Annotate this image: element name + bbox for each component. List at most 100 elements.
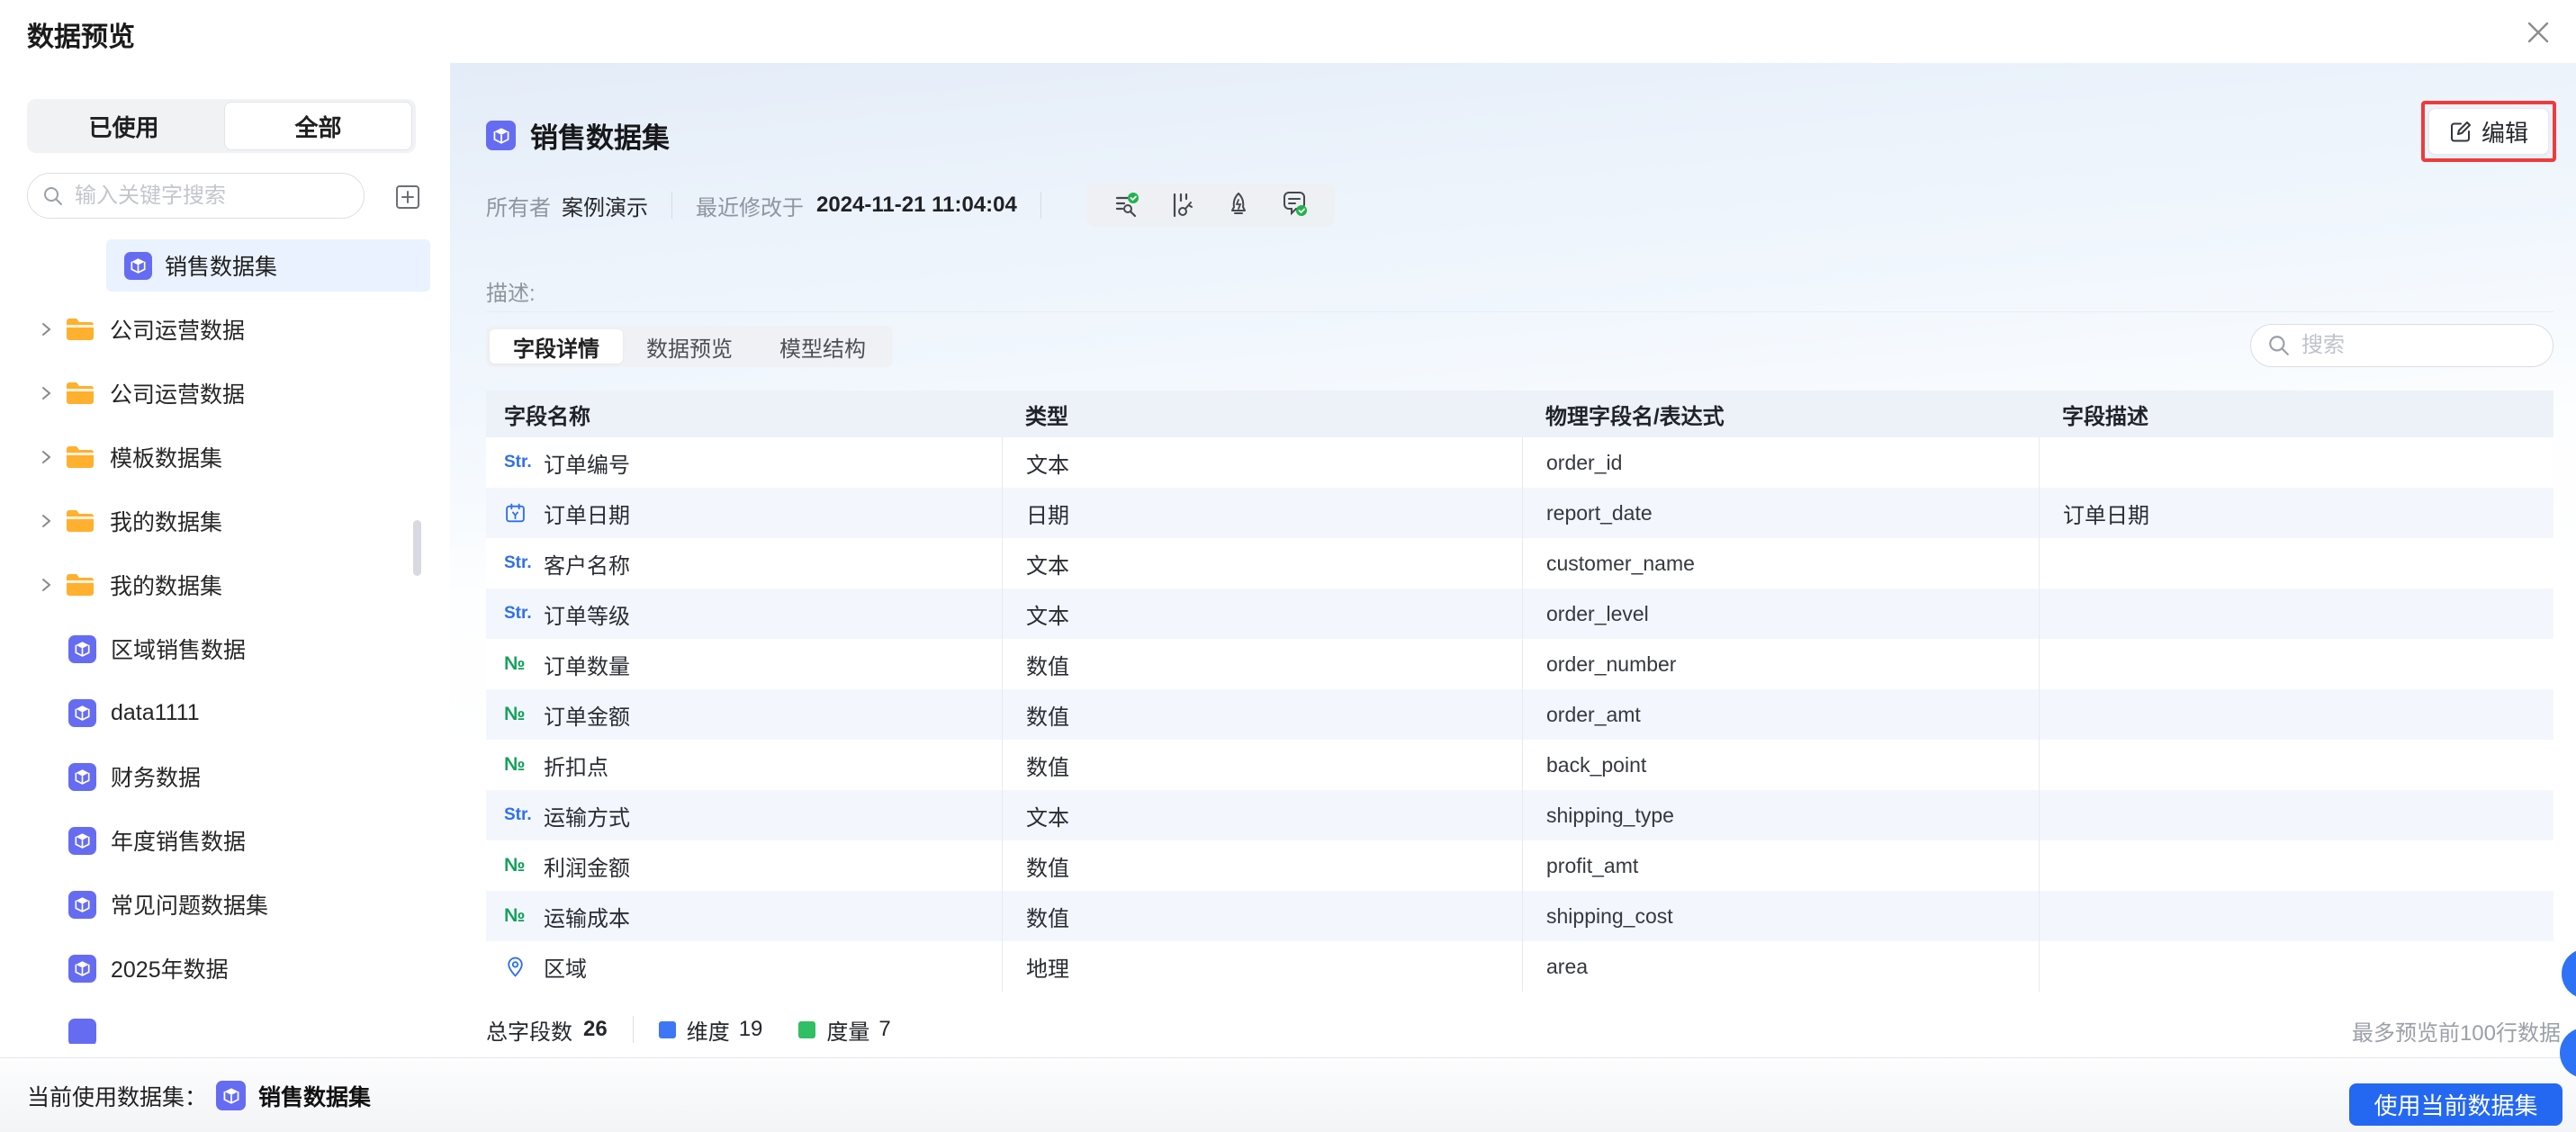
table-row: № 订单数量 数值 order_number (486, 639, 2553, 689)
field-type: 数值 (1002, 840, 1522, 891)
tree-folder-label: 我的数据集 (110, 574, 223, 599)
tree-folder[interactable]: 我的数据集 (0, 495, 450, 547)
field-name: 利润金额 (544, 856, 630, 881)
add-dataset-icon[interactable] (392, 182, 423, 212)
table-row: № 利润金额 数值 profit_amt (486, 840, 2553, 891)
field-name: 订单等级 (544, 604, 630, 629)
tab-field-details[interactable]: 字段详情 (490, 329, 623, 364)
edit-pencil-icon (2450, 121, 2471, 142)
measure-label: 度量 (826, 1020, 870, 1045)
chevron-right-icon[interactable] (32, 321, 59, 337)
tab-all[interactable]: 全部 (224, 102, 412, 150)
chevron-right-icon[interactable] (32, 449, 59, 465)
tree-dataset-item[interactable]: 区域销售数据 (0, 623, 450, 675)
current-dataset-info: 当前使用数据集： 销售数据集 (27, 1058, 371, 1132)
field-desc (2039, 588, 2553, 639)
tree-dataset-item[interactable]: 财务数据 (0, 750, 450, 803)
tree-dataset-item[interactable]: 常见问题数据集 (0, 878, 450, 930)
field-physical: profit_amt (1522, 840, 2039, 891)
tree-folder-label: 我的数据集 (110, 510, 223, 535)
current-dataset-name: 销售数据集 (258, 1084, 372, 1110)
edit-button[interactable]: 编辑 (2428, 108, 2549, 155)
field-summary-bar: 总字段数 26 维度 19 度量 7 (486, 1011, 927, 1048)
field-desc: 订单日期 (2039, 488, 2553, 538)
edit-annotation-box: 编辑 (2421, 101, 2556, 162)
tree-dataset-label: data1111 (111, 699, 200, 725)
field-search-input[interactable] (2300, 332, 2528, 359)
tree-folder[interactable]: 我的数据集 (0, 559, 450, 611)
field-type: 文本 (1002, 538, 1522, 588)
field-type: 数值 (1002, 891, 1522, 941)
field-search[interactable] (2250, 324, 2553, 367)
tree-item-truncated[interactable] (0, 1006, 450, 1044)
tree-dataset-label: 财务数据 (111, 766, 202, 791)
dimension-color-swatch (658, 1020, 676, 1038)
sidebar-search[interactable] (27, 173, 365, 219)
tree-dataset-item[interactable]: 年度销售数据 (0, 814, 450, 867)
dataset-name: 销售数据集 (530, 122, 670, 154)
col-header-type: 类型 (1025, 404, 1068, 429)
field-physical: order_number (1522, 639, 2039, 689)
rocket-icon[interactable] (1220, 187, 1256, 223)
text-field-icon: Str. (504, 553, 532, 572)
table-header-row: 字段名称 类型 物理字段名/表达式 字段描述 (486, 391, 2553, 437)
dataset-cube-icon (68, 698, 96, 727)
field-physical: order_amt (1522, 689, 2039, 740)
tab-data-preview[interactable]: 数据预览 (623, 329, 756, 364)
total-fields-label: 总字段数 (486, 1020, 572, 1045)
tree-dataset-label: 区域销售数据 (111, 638, 247, 663)
field-name: 客户名称 (544, 553, 630, 579)
field-type: 日期 (1002, 488, 1522, 538)
sidebar-scrollbar[interactable] (413, 520, 421, 576)
divider (632, 1016, 634, 1043)
dimension-label: 维度 (686, 1020, 730, 1045)
field-physical: back_point (1522, 740, 2039, 790)
folder-icon (65, 572, 95, 597)
tree-dataset-item[interactable]: 2025年数据 (0, 942, 450, 994)
field-name: 区域 (544, 957, 587, 982)
tree-folder[interactable]: 公司运营数据 (0, 303, 450, 355)
use-current-dataset-button[interactable]: 使用当前数据集 (2349, 1083, 2562, 1126)
field-name: 运输成本 (544, 906, 630, 931)
field-desc (2039, 689, 2553, 740)
edit-button-label: 编辑 (2481, 119, 2528, 147)
comment-check-icon[interactable] (1276, 187, 1312, 223)
field-type: 地理 (1002, 941, 1522, 992)
tree-folder[interactable]: 公司运营数据 (0, 367, 450, 419)
col-header-desc: 字段描述 (2062, 404, 2148, 429)
chevron-right-icon[interactable] (32, 577, 59, 593)
geo-field-icon (504, 956, 544, 978)
dataset-cube-icon (68, 826, 96, 855)
close-icon[interactable] (2522, 16, 2554, 49)
field-check-icon[interactable] (1109, 187, 1145, 223)
tree-dataset-item[interactable]: data1111 (0, 687, 450, 739)
field-name: 折扣点 (544, 755, 608, 780)
field-physical: shipping_type (1522, 790, 2039, 840)
table-row: Str. 订单等级 文本 order_level (486, 588, 2553, 639)
data-preview-dialog: 数据预览 已使用 全部 销售数据集 (0, 0, 2576, 1132)
chevron-right-icon[interactable] (32, 513, 59, 529)
chevron-right-icon[interactable] (32, 385, 59, 401)
field-desc (2039, 840, 2553, 891)
field-physical: order_id (1522, 437, 2039, 488)
field-name: 运输方式 (544, 805, 630, 831)
tab-model-structure[interactable]: 模型结构 (756, 329, 889, 364)
tree-dataset-label: 年度销售数据 (111, 830, 247, 855)
folder-icon (65, 317, 95, 342)
tree-item-sales-dataset[interactable]: 销售数据集 (106, 239, 430, 292)
modified-time: 2024-11-21 11:04:04 (816, 193, 1017, 217)
lineage-icon[interactable] (1165, 187, 1201, 223)
divider (1040, 192, 1041, 219)
field-type: 数值 (1002, 689, 1522, 740)
table-row: Str. 订单编号 文本 order_id (486, 437, 2553, 488)
dataset-cube-icon (68, 634, 96, 663)
tree-folder[interactable]: 模板数据集 (0, 431, 450, 483)
table-row: № 订单金额 数值 order_amt (486, 689, 2553, 740)
current-dataset-label: 当前使用数据集： (27, 1084, 208, 1110)
divider (671, 192, 672, 219)
field-type: 文本 (1002, 588, 1522, 639)
sidebar-search-input[interactable] (73, 182, 338, 210)
tab-used[interactable]: 已使用 (31, 103, 217, 149)
table-row: Str. 客户名称 文本 customer_name (486, 538, 2553, 588)
field-table: 字段名称 类型 物理字段名/表达式 字段描述 Str. 订单编号 文本 order… (486, 391, 2553, 992)
